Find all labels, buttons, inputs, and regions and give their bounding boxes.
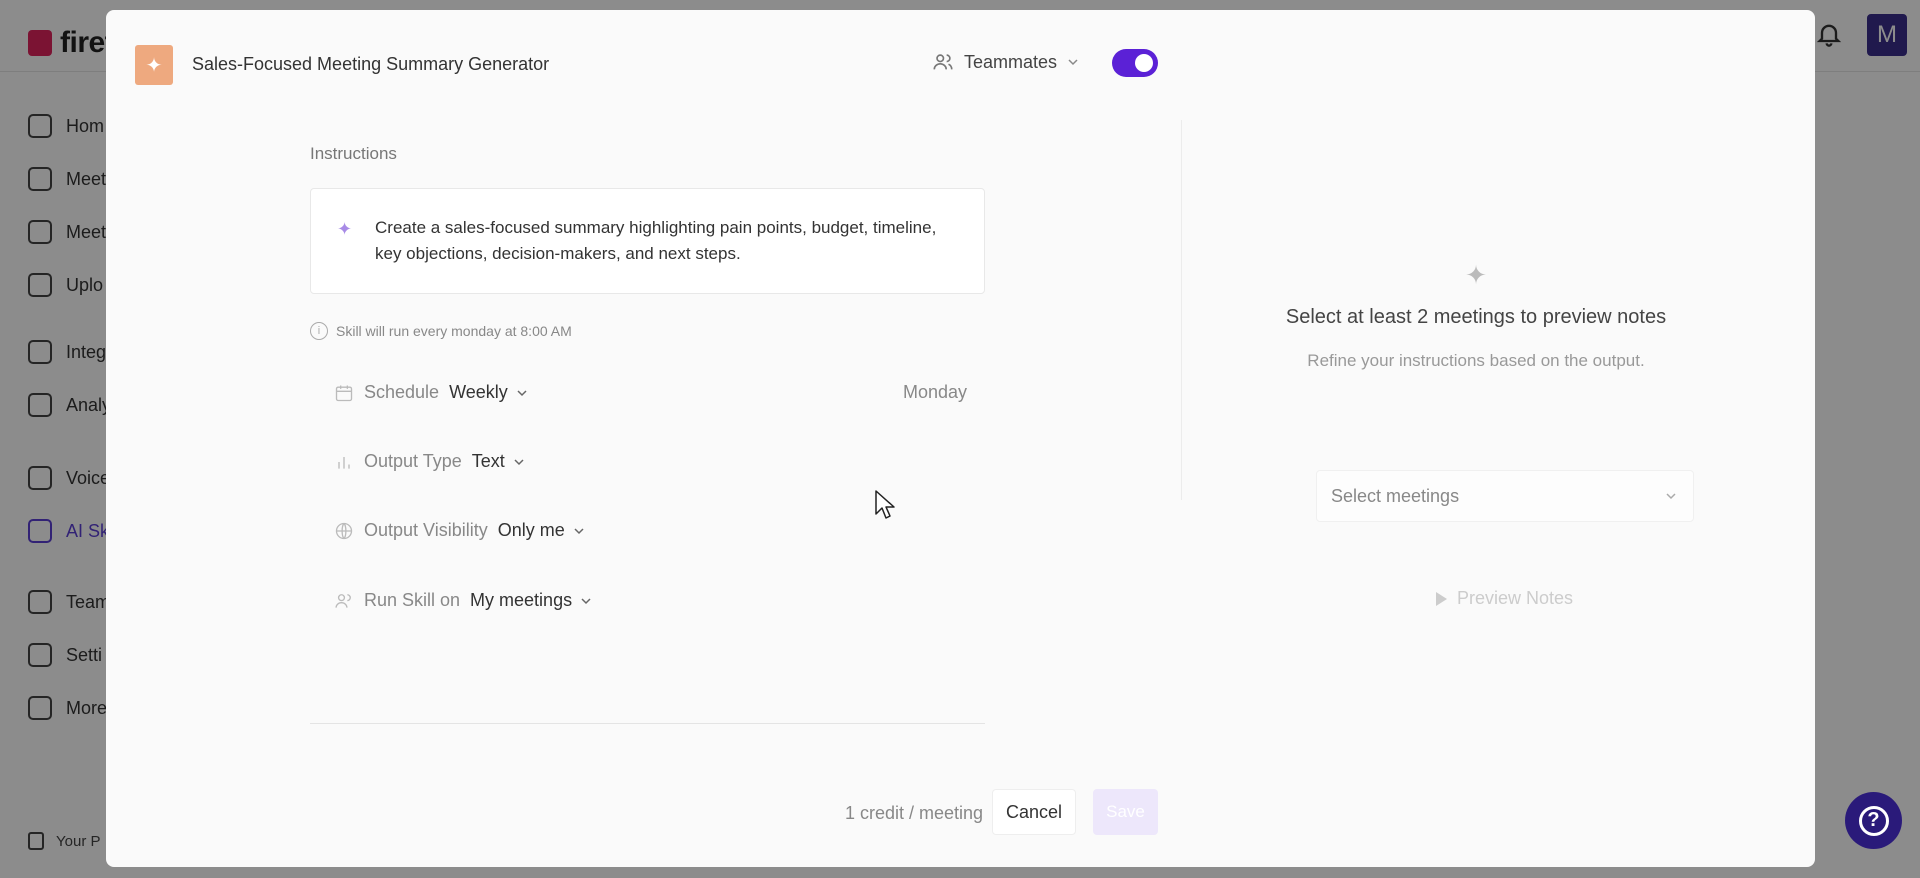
cancel-button[interactable]: Cancel bbox=[992, 789, 1076, 835]
run-skill-on-label: Run Skill on bbox=[364, 590, 461, 610]
toggle-knob bbox=[1135, 54, 1153, 72]
globe-icon bbox=[335, 522, 353, 539]
run-skill-on-dropdown[interactable]: My meetings bbox=[470, 590, 592, 611]
preview-panel: ✦ Select at least 2 meetings to preview … bbox=[1271, 260, 1681, 377]
people-icon bbox=[933, 54, 953, 70]
teammates-dropdown[interactable]: Teammates bbox=[932, 51, 1079, 73]
chevron-down-icon bbox=[514, 458, 524, 465]
sparkle-icon: ✦ bbox=[337, 219, 353, 239]
skill-editor-modal: ✦ Sales-Focused Meeting Summary Generato… bbox=[106, 10, 1815, 867]
schedule-label: Schedule bbox=[364, 382, 440, 402]
modal-header: ✦ Sales-Focused Meeting Summary Generato… bbox=[106, 10, 1815, 120]
skill-title[interactable]: Sales-Focused Meeting Summary Generator bbox=[192, 54, 549, 75]
calendar-icon bbox=[335, 385, 353, 401]
chevron-down-icon bbox=[574, 527, 584, 534]
chevron-down-icon bbox=[517, 389, 527, 396]
schedule-dropdown[interactable]: Weekly bbox=[449, 382, 528, 403]
schedule-day[interactable]: Monday bbox=[903, 382, 967, 403]
section-divider bbox=[310, 723, 985, 724]
output-type-dropdown[interactable]: Text bbox=[472, 451, 525, 472]
chevron-down-icon bbox=[581, 597, 591, 604]
select-meetings-placeholder: Select meetings bbox=[1331, 485, 1460, 506]
schedule-note: i Skill will run every monday at 8:00 AM bbox=[310, 322, 572, 340]
output-visibility-row: Output Visibility Only me bbox=[334, 520, 585, 541]
bar-chart-icon bbox=[338, 456, 350, 469]
help-button[interactable]: ? bbox=[1845, 792, 1902, 849]
users-icon bbox=[335, 593, 351, 608]
sparkles-icon: ✦ bbox=[1465, 260, 1487, 290]
preview-subtitle: Refine your instructions based on the ou… bbox=[1307, 351, 1645, 370]
instructions-box[interactable]: ✦ Create a sales-focused summary highlig… bbox=[310, 188, 985, 294]
preview-title: Select at least 2 meetings to preview no… bbox=[1285, 306, 1667, 328]
play-icon bbox=[1436, 591, 1447, 606]
mouse-cursor-icon bbox=[875, 490, 895, 519]
credit-cost: 1 credit / meeting bbox=[845, 803, 984, 823]
output-visibility-label: Output Visibility bbox=[364, 520, 488, 540]
output-visibility-dropdown[interactable]: Only me bbox=[498, 520, 585, 541]
select-meetings-dropdown[interactable]: Select meetings bbox=[1316, 470, 1694, 522]
instructions-text[interactable]: Create a sales-focused summary highlight… bbox=[375, 215, 965, 267]
info-icon: i bbox=[310, 322, 328, 340]
output-type-row: Output Type Text bbox=[334, 451, 525, 472]
teammates-label: Teammates bbox=[964, 51, 1058, 72]
instructions-label: Instructions bbox=[310, 144, 397, 163]
preview-notes-button[interactable]: Preview Notes bbox=[1436, 588, 1573, 609]
question-icon: ? bbox=[1858, 805, 1889, 836]
panel-divider bbox=[1181, 120, 1182, 500]
output-type-label: Output Type bbox=[364, 451, 462, 471]
chevron-down-icon bbox=[1068, 59, 1078, 66]
chevron-down-icon bbox=[1666, 493, 1676, 500]
run-skill-on-row: Run Skill on My meetings bbox=[334, 590, 592, 611]
schedule-row: Schedule Weekly bbox=[334, 382, 528, 403]
skill-settings-panel: Instructions ✦ Create a sales-focused su… bbox=[310, 120, 985, 740]
save-button[interactable]: Save bbox=[1093, 789, 1158, 835]
skill-enabled-toggle[interactable] bbox=[1112, 49, 1158, 77]
skill-sparkle-icon: ✦ bbox=[135, 45, 173, 85]
